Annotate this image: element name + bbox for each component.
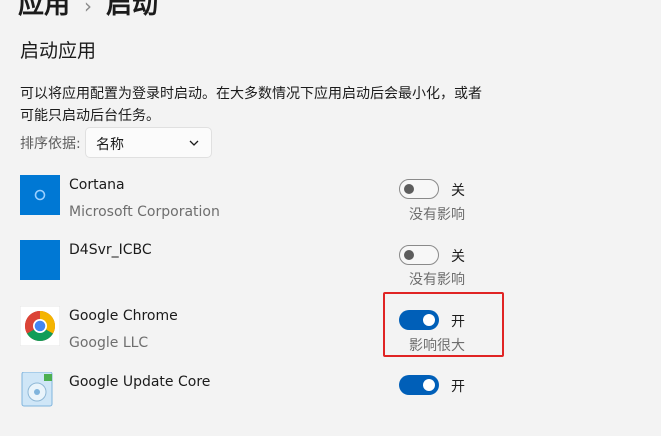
toggle-state-label: 开	[451, 379, 465, 395]
cortana-icon	[20, 175, 60, 215]
google-update-icon	[21, 372, 53, 407]
sort-selected-value: 名称	[96, 137, 124, 153]
breadcrumb-separator: ›	[84, 0, 93, 18]
app-name: Google Chrome	[69, 308, 178, 324]
startup-app-row-d4svr-icbc: D4Svr_ICBC 关 没有影响	[0, 240, 661, 304]
startup-impact: 没有影响	[409, 207, 465, 223]
toggle-knob	[423, 379, 435, 391]
toggle-state-label: 关	[451, 183, 465, 199]
startup-impact: 没有影响	[409, 272, 465, 288]
startup-app-row-cortana: Cortana Microsoft Corporation 关 没有影响	[0, 175, 661, 239]
app-name: Google Update Core	[69, 374, 211, 390]
sort-dropdown[interactable]: 名称	[85, 127, 212, 158]
app-publisher: Microsoft Corporation	[69, 204, 220, 220]
app-name: D4Svr_ICBC	[69, 242, 152, 258]
app-publisher: Google LLC	[69, 335, 149, 351]
toggle-knob	[404, 184, 414, 194]
page-title: 启动	[106, 0, 159, 20]
breadcrumb: 应用 › 启动	[18, 0, 158, 21]
sort-label: 排序依据:	[20, 136, 81, 152]
description-text: 可以将应用配置为登录时启动。在大多数情况下应用启动后会最小化，或者可能只启动后台…	[20, 86, 482, 124]
chrome-icon	[20, 306, 60, 346]
chevron-down-icon	[189, 140, 199, 146]
breadcrumb-parent[interactable]: 应用	[18, 0, 70, 20]
startup-toggle-google-update-core[interactable]	[399, 375, 439, 395]
annotation-highlight-box	[383, 292, 504, 357]
d4svr-icbc-icon	[20, 240, 60, 280]
startup-toggle-d4svr-icbc[interactable]	[399, 245, 439, 265]
startup-app-row-google-update-core: Google Update Core 开	[0, 372, 661, 436]
app-name: Cortana	[69, 177, 125, 193]
toggle-state-label: 关	[451, 249, 465, 265]
startup-toggle-cortana[interactable]	[399, 179, 439, 199]
startup-app-row-google-chrome: Google Chrome Google LLC 开 影响很大	[0, 306, 661, 370]
section-title: 启动应用	[20, 40, 97, 62]
toggle-knob	[404, 250, 414, 260]
